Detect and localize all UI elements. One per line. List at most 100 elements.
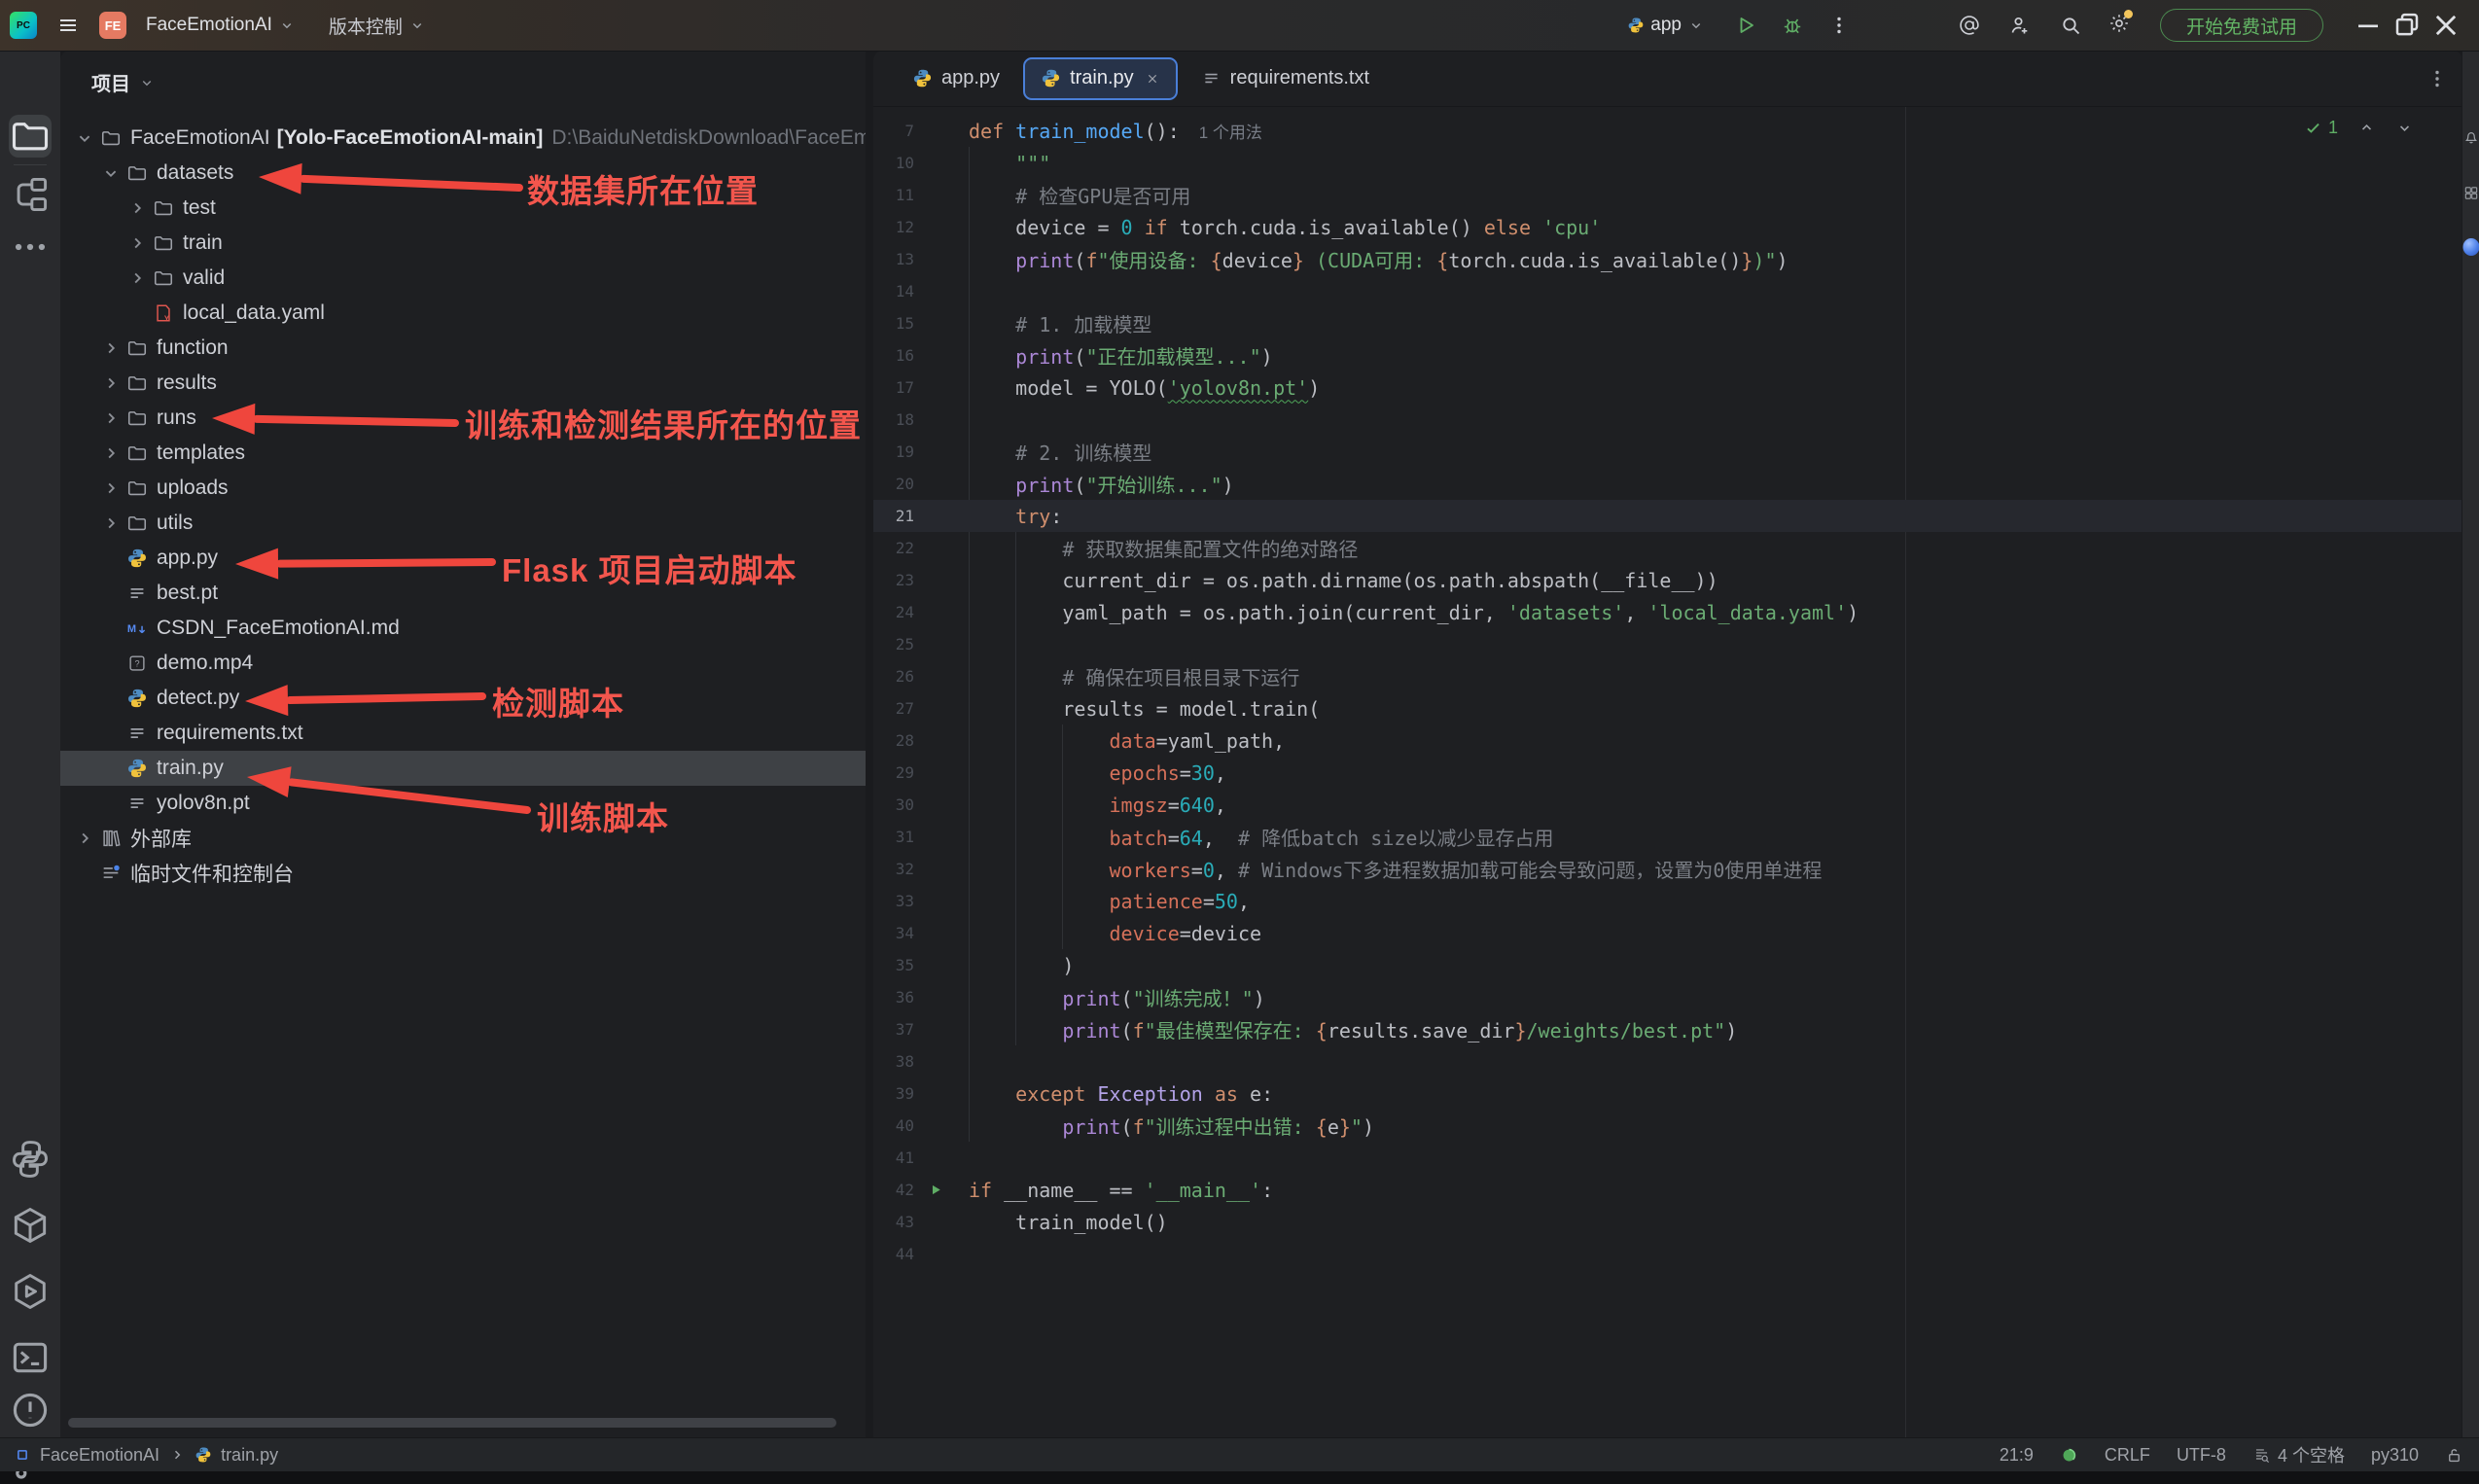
project-tool[interactable] xyxy=(9,115,52,158)
breadcrumb-file[interactable]: train.py xyxy=(221,1445,278,1466)
more-actions-icon[interactable] xyxy=(1827,14,1851,37)
code-line-37[interactable]: 37 print(f"最佳模型保存在: {results.save_dir}/w… xyxy=(873,1013,2462,1045)
code-line-15[interactable]: 15 # 1. 加载模型 xyxy=(873,307,2462,339)
code-line-11[interactable]: 11 # 检查GPU是否可用 xyxy=(873,179,2462,211)
breadcrumb-project[interactable]: FaceEmotionAI xyxy=(40,1445,159,1466)
tree-item-yolov8n.pt[interactable]: yolov8n.pt xyxy=(60,786,866,821)
code-with-me-icon[interactable] xyxy=(2008,14,2032,37)
chevron-right-icon[interactable] xyxy=(100,477,122,499)
chevron-down-icon[interactable] xyxy=(100,162,122,184)
file-encoding[interactable]: UTF-8 xyxy=(2177,1445,2226,1466)
code-line-14[interactable]: 14 xyxy=(873,275,2462,307)
vcs-menu[interactable]: 版本控制 xyxy=(329,13,426,39)
tree-item-CSDN_FaceEmotionAI.md[interactable]: MCSDN_FaceEmotionAI.md xyxy=(60,611,866,646)
readonly-toggle[interactable] xyxy=(2445,1446,2463,1465)
code-line-33[interactable]: 33 patience=50, xyxy=(873,885,2462,917)
tree-item-demo.mp4[interactable]: ?demo.mp4 xyxy=(60,646,866,681)
search-everywhere-icon[interactable] xyxy=(2059,14,2082,37)
chevron-right-icon[interactable] xyxy=(126,267,148,289)
chevron-right-icon[interactable] xyxy=(100,512,122,534)
main-menu-icon[interactable] xyxy=(56,14,80,37)
tree-item-best.pt[interactable]: best.pt xyxy=(60,576,866,611)
tree-item-datasets[interactable]: datasets xyxy=(60,156,866,191)
code-line-31[interactable]: 31 batch=64, # 降低batch size以减少显存占用 xyxy=(873,821,2462,853)
code-line-39[interactable]: 39 except Exception as e: xyxy=(873,1078,2462,1110)
ai-assistant[interactable] xyxy=(2462,232,2479,262)
code-line-21[interactable]: 21 try: xyxy=(873,500,2462,532)
problems-tool[interactable] xyxy=(9,1389,52,1431)
minimize-button[interactable] xyxy=(2349,6,2388,45)
code-line-29[interactable]: 29 epochs=30, xyxy=(873,757,2462,789)
tab-train.py[interactable]: train.py xyxy=(1023,57,1178,100)
code-line-12[interactable]: 12 device = 0 if torch.cuda.is_available… xyxy=(873,211,2462,243)
code-line-36[interactable]: 36 print("训练完成！") xyxy=(873,981,2462,1013)
code-line-41[interactable]: 41 xyxy=(873,1142,2462,1174)
tab-requirements.txt[interactable]: requirements.txt xyxy=(1184,57,1387,100)
code-line-34[interactable]: 34 device=device xyxy=(873,917,2462,949)
next-problem-icon[interactable] xyxy=(2395,119,2414,137)
code-line-40[interactable]: 40 print(f"训练过程中出错: {e}") xyxy=(873,1110,2462,1142)
tree-item-uploads[interactable]: uploads xyxy=(60,471,866,506)
analysis-status[interactable] xyxy=(2060,1446,2078,1465)
close-button[interactable] xyxy=(2426,6,2465,45)
code-line-42[interactable]: 42if __name__ == '__main__': xyxy=(873,1174,2462,1206)
code-line-13[interactable]: 13 print(f"使用设备: {device} (CUDA可用: {torc… xyxy=(873,243,2462,275)
code-line-32[interactable]: 32 workers=0, # Windows下多进程数据加载可能会导致问题，设… xyxy=(873,853,2462,885)
code-line-38[interactable]: 38 xyxy=(873,1045,2462,1078)
tree-item-results[interactable]: results xyxy=(60,366,866,401)
tree-item-utils[interactable]: utils xyxy=(60,506,866,541)
tree-item-local_data.yaml[interactable]: Ylocal_data.yaml xyxy=(60,296,866,331)
code-line-18[interactable]: 18 xyxy=(873,404,2462,436)
tree-item-function[interactable]: function xyxy=(60,331,866,366)
code-editor[interactable]: 7def train_model():1 个用法10 """11 # 检查GPU… xyxy=(873,115,2462,1270)
debug-button[interactable] xyxy=(1781,14,1804,37)
code-line-27[interactable]: 27 results = model.train( xyxy=(873,692,2462,724)
tree-item-test[interactable]: test xyxy=(60,191,866,226)
chevron-right-icon[interactable] xyxy=(100,407,122,429)
code-line-35[interactable]: 35 ) xyxy=(873,949,2462,981)
tree-item-app.py[interactable]: app.py xyxy=(60,541,866,576)
tree-item-train[interactable]: train xyxy=(60,226,866,261)
run-line-icon[interactable] xyxy=(928,1182,944,1198)
tree-item--[interactable]: 临时文件和控制台 xyxy=(60,856,866,891)
chevron-right-icon[interactable] xyxy=(100,372,122,394)
chevron-right-icon[interactable] xyxy=(126,232,148,254)
code-line-22[interactable]: 22 # 获取数据集配置文件的绝对路径 xyxy=(873,532,2462,564)
run-button[interactable] xyxy=(1734,14,1757,37)
run-configuration[interactable]: app xyxy=(1627,15,1705,36)
tab-options-icon[interactable] xyxy=(2426,67,2449,90)
restore-button[interactable] xyxy=(2388,6,2426,45)
terminal-tool[interactable] xyxy=(9,1336,52,1379)
code-line-44[interactable]: 44 xyxy=(873,1238,2462,1270)
tool-windows-layout[interactable] xyxy=(2462,178,2479,207)
indent-style[interactable]: 4 个空格 xyxy=(2252,1442,2345,1467)
code-line-16[interactable]: 16 print("正在加载模型...") xyxy=(873,339,2462,371)
code-line-7[interactable]: 7def train_model():1 个用法 xyxy=(873,115,2462,147)
close-tab-icon[interactable] xyxy=(1145,71,1160,87)
tree-item-templates[interactable]: templates xyxy=(60,436,866,471)
tree-item--[interactable]: 外部库 xyxy=(60,821,866,856)
usage-inlay-hint[interactable]: 1 个用法 xyxy=(1199,124,1262,142)
tree-item-requirements.txt[interactable]: requirements.txt xyxy=(60,716,866,751)
tree-item-runs[interactable]: runs xyxy=(60,401,866,436)
chevron-right-icon[interactable] xyxy=(74,828,95,849)
python-interpreter[interactable]: py310 xyxy=(2371,1445,2419,1466)
code-line-26[interactable]: 26 # 确保在项目根目录下运行 xyxy=(873,660,2462,692)
chevron-right-icon[interactable] xyxy=(126,197,148,219)
code-line-24[interactable]: 24 yaml_path = os.path.join(current_dir,… xyxy=(873,596,2462,628)
code-line-23[interactable]: 23 current_dir = os.path.dirname(os.path… xyxy=(873,564,2462,596)
notifications[interactable] xyxy=(2462,122,2479,151)
structure-tool[interactable] xyxy=(9,173,52,216)
prev-problem-icon[interactable] xyxy=(2357,119,2376,137)
code-line-30[interactable]: 30 imgsz=640, xyxy=(873,789,2462,821)
code-line-20[interactable]: 20 print("开始训练...") xyxy=(873,468,2462,500)
tree-item-train.py[interactable]: train.py xyxy=(60,751,866,786)
code-line-17[interactable]: 17 model = YOLO('yolov8n.pt') xyxy=(873,371,2462,404)
chevron-down-icon[interactable] xyxy=(74,127,95,149)
tree-item-valid[interactable]: valid xyxy=(60,261,866,296)
code-line-43[interactable]: 43 train_model() xyxy=(873,1206,2462,1238)
status-breadcrumb[interactable]: FaceEmotionAI train.py xyxy=(0,1445,278,1466)
start-trial-button[interactable]: 开始免费试用 xyxy=(2160,9,2323,42)
line-separator[interactable]: CRLF xyxy=(2105,1445,2150,1466)
tree-item-FaceEmotionAI[interactable]: FaceEmotionAI[Yolo-FaceEmotionAI-main]D:… xyxy=(60,121,866,156)
